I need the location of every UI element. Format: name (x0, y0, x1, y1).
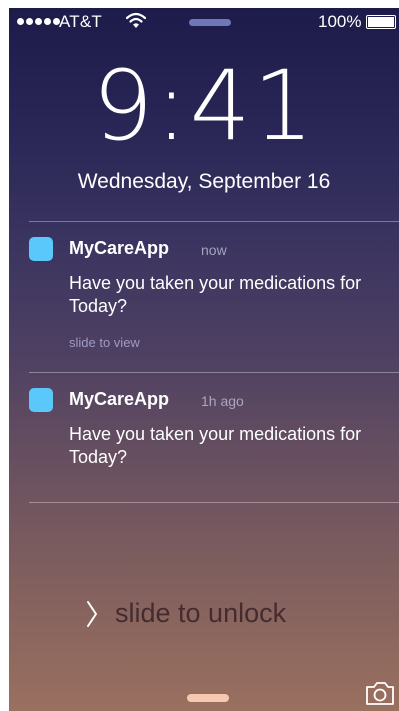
slide-to-unlock-label[interactable]: slide to unlock (115, 598, 286, 629)
top-grabber[interactable] (189, 19, 231, 26)
clock-time: 9:41 (92, 50, 316, 162)
clock-date: Wednesday, September 16 (77, 170, 331, 193)
notification-time: now (201, 242, 227, 258)
signal-dots-icon (17, 18, 60, 25)
app-icon (29, 237, 53, 261)
device-frame: AT&T 100% 9:41 Wednesday, September 16 M… (0, 0, 399, 711)
camera-icon[interactable] (365, 678, 395, 706)
status-bar: AT&T 100% (9, 8, 399, 36)
lock-screen[interactable]: AT&T 100% 9:41 Wednesday, September 16 M… (9, 8, 399, 711)
app-icon (29, 388, 53, 412)
notification-time: 1h ago (201, 393, 244, 409)
home-indicator[interactable] (187, 694, 229, 702)
notification-message: Have you taken your medications for Toda… (69, 424, 362, 467)
divider (29, 372, 399, 373)
notification-app-name: MyCareApp (69, 238, 170, 258)
notification-message: Have you taken your medications for Toda… (69, 273, 362, 316)
chevron-right-icon[interactable] (85, 600, 99, 628)
battery-fill (368, 17, 394, 27)
battery-percent: 100% (318, 12, 362, 31)
battery-icon (366, 15, 396, 29)
divider (29, 221, 399, 222)
carrier-label: AT&T (59, 12, 102, 31)
divider (29, 502, 399, 503)
notification-app-name: MyCareApp (69, 389, 170, 409)
wifi-icon (126, 12, 146, 28)
slide-to-view-hint[interactable]: slide to view (69, 335, 140, 350)
